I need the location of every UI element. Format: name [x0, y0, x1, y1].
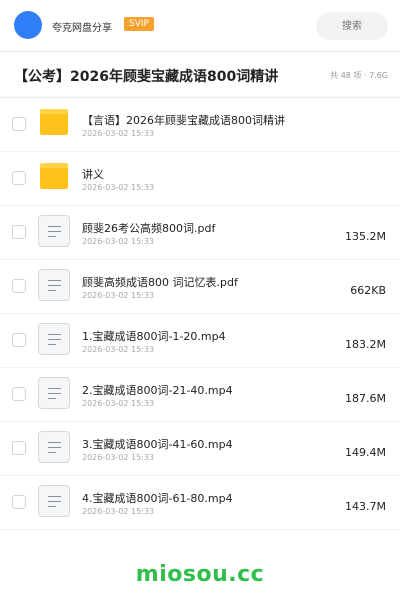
- file-name: 顾斐26考公高频800词.pdf: [82, 222, 216, 235]
- file-name: 讲义: [82, 168, 104, 181]
- file-size: 149.4M: [345, 446, 386, 459]
- watermark: miosou.cc: [135, 562, 265, 587]
- document-icon: [38, 215, 70, 247]
- file-size: 183.2M: [345, 338, 386, 351]
- file-date: 2026-03-02 15:33: [82, 345, 155, 354]
- folder-icon: [40, 109, 68, 135]
- app-header: 夸克网盘分享 SVIP: [0, 0, 400, 52]
- file-list: 【言语】2026年顾斐宝藏成语800词精讲 2026-03-02 15:33 讲义 2…: [0, 98, 400, 530]
- file-size: 662KB: [350, 284, 386, 297]
- file-date: 2026-03-02 15:33: [82, 291, 155, 300]
- row-checkbox[interactable]: [12, 333, 26, 347]
- document-icon: [38, 269, 70, 301]
- document-icon: [38, 431, 70, 463]
- search-input[interactable]: [316, 12, 388, 40]
- row-checkbox[interactable]: [12, 225, 26, 239]
- document-icon: [38, 323, 70, 355]
- folder-meta: 共 48 项 · 7.6G: [330, 71, 388, 80]
- file-row[interactable]: 1.宝藏成语800词-1-20.mp4 2026-03-02 15:33 183.2…: [0, 314, 400, 368]
- file-size: 135.2M: [345, 230, 386, 243]
- file-date: 2026-03-02 15:33: [82, 399, 155, 408]
- file-name: 2.宝藏成语800词-21-40.mp4: [82, 384, 233, 397]
- file-date: 2026-03-02 15:33: [82, 237, 155, 246]
- file-size: 143.7M: [345, 500, 386, 513]
- row-checkbox[interactable]: [12, 441, 26, 455]
- file-name: 【言语】2026年顾斐宝藏成语800词精讲: [82, 114, 285, 127]
- folder-title-bar: 【公考】2026年顾斐宝藏成语800词精讲 共 48 项 · 7.6G: [0, 52, 400, 98]
- file-date: 2026-03-02 15:33: [82, 183, 155, 192]
- file-row[interactable]: 3.宝藏成语800词-41-60.mp4 2026-03-02 15:33 149.…: [0, 422, 400, 476]
- file-row[interactable]: 顾斐26考公高频800词.pdf 2026-03-02 15:33 135.2M: [0, 206, 400, 260]
- avatar[interactable]: [14, 11, 42, 39]
- sharer-name: 夸克网盘分享: [52, 23, 112, 34]
- document-icon: [38, 485, 70, 517]
- row-checkbox[interactable]: [12, 117, 26, 131]
- file-row[interactable]: 2.宝藏成语800词-21-40.mp4 2026-03-02 15:33 187.…: [0, 368, 400, 422]
- folder-icon: [40, 163, 68, 189]
- file-name: 4.宝藏成语800词-61-80.mp4: [82, 492, 233, 505]
- row-checkbox[interactable]: [12, 279, 26, 293]
- page-title: 【公考】2026年顾斐宝藏成语800词精讲: [14, 69, 279, 85]
- folder-row[interactable]: 讲义 2026-03-02 15:33: [0, 152, 400, 206]
- row-checkbox[interactable]: [12, 387, 26, 401]
- file-date: 2026-03-02 15:33: [82, 507, 155, 516]
- file-size: 187.6M: [345, 392, 386, 405]
- folder-row[interactable]: 【言语】2026年顾斐宝藏成语800词精讲 2026-03-02 15:33: [0, 98, 400, 152]
- file-date: 2026-03-02 15:33: [82, 129, 155, 138]
- file-name: 1.宝藏成语800词-1-20.mp4: [82, 330, 226, 343]
- file-row[interactable]: 4.宝藏成语800词-61-80.mp4 2026-03-02 15:33 143.…: [0, 476, 400, 530]
- svip-badge: SVIP: [124, 17, 154, 31]
- row-checkbox[interactable]: [12, 495, 26, 509]
- file-row[interactable]: 顾斐高频成语800 词记忆表.pdf 2026-03-02 15:33 662KB: [0, 260, 400, 314]
- document-icon: [38, 377, 70, 409]
- file-name: 顾斐高频成语800 词记忆表.pdf: [82, 276, 238, 289]
- file-date: 2026-03-02 15:33: [82, 453, 155, 462]
- file-name: 3.宝藏成语800词-41-60.mp4: [82, 438, 233, 451]
- row-checkbox[interactable]: [12, 171, 26, 185]
